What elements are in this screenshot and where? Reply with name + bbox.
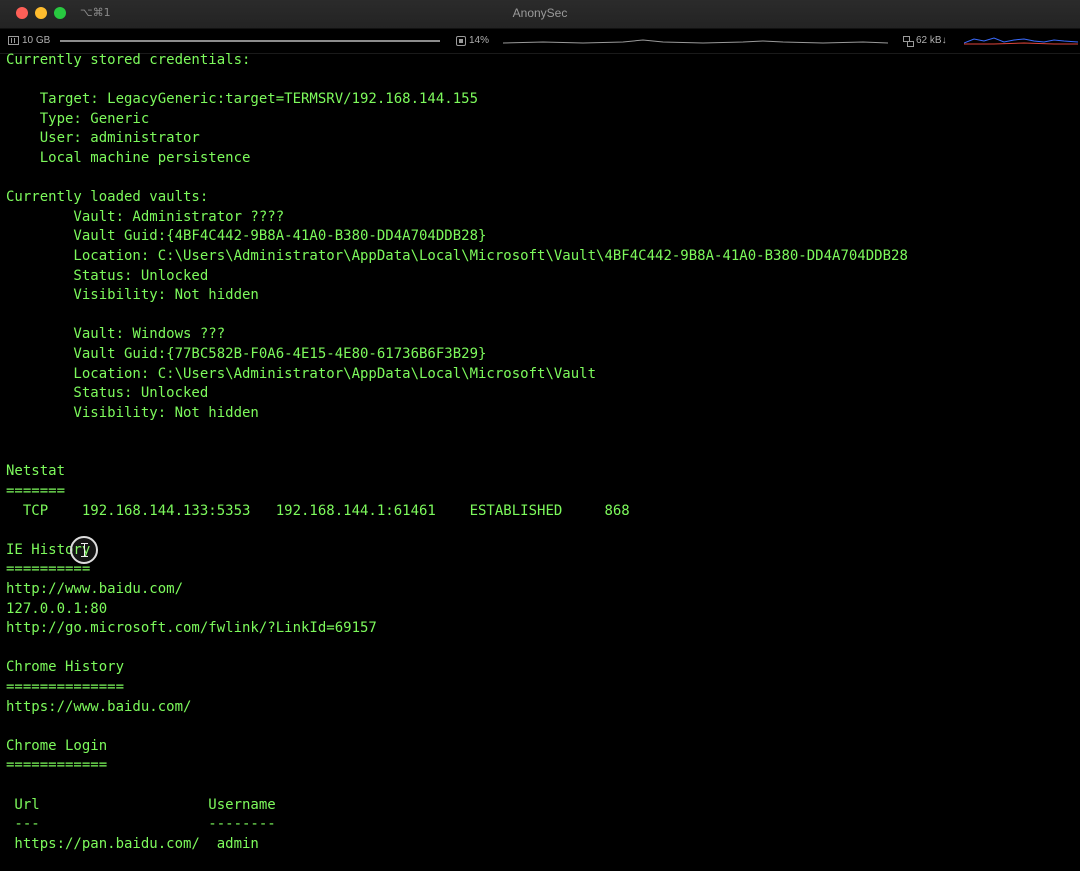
cpu-usage-graph bbox=[503, 39, 888, 44]
terminal-line: Visibility: Not hidden bbox=[6, 404, 259, 421]
terminal-line: Vault Guid:{77BC582B-F0A6-4E15-4E80-6173… bbox=[6, 345, 487, 362]
terminal-line: 127.0.0.1:80 bbox=[6, 600, 108, 617]
terminal-line: IE History bbox=[6, 541, 91, 558]
terminal-line: --- -------- bbox=[6, 816, 276, 833]
mouse-cursor-highlight bbox=[70, 536, 98, 564]
terminal-output[interactable]: Currently stored credentials: Target: Le… bbox=[6, 51, 1080, 854]
terminal-line: ============== bbox=[6, 679, 125, 695]
cpu-status: 14% bbox=[456, 35, 489, 46]
cpu-value: 14% bbox=[469, 35, 490, 46]
terminal-line: ============ bbox=[6, 757, 108, 774]
memory-value: 10 GB bbox=[22, 35, 51, 46]
terminal-window: ⌥⌘1 AnonySec 10 GB 14% 62 kB↓ Currently … bbox=[0, 0, 1080, 871]
terminal-line: User: administrator bbox=[6, 130, 200, 147]
memory-status: 10 GB bbox=[8, 35, 50, 46]
terminal-line: Target: LegacyGeneric:target=TERMSRV/192… bbox=[6, 91, 479, 108]
terminal-line: TCP 192.168.144.133:5353 192.168.144.1:6… bbox=[6, 502, 630, 519]
terminal-line: http://go.microsoft.com/fwlink/?LinkId=6… bbox=[6, 620, 377, 637]
memory-usage-bar bbox=[60, 40, 440, 42]
terminal-line: ========== bbox=[6, 561, 91, 578]
terminal-line: Type: Generic bbox=[6, 110, 150, 127]
network-usage-graph bbox=[964, 37, 1078, 45]
terminal-line: Vault: Administrator ???? bbox=[6, 208, 285, 225]
terminal-line: Location: C:\Users\Administrator\AppData… bbox=[6, 247, 908, 264]
terminal-line: Status: Unlocked bbox=[6, 267, 209, 284]
terminal-line: https://pan.baidu.com/ admin bbox=[6, 835, 259, 852]
terminal-line: Currently stored credentials: bbox=[6, 52, 251, 68]
cpu-icon bbox=[456, 35, 466, 46]
terminal-line: https://www.baidu.com/ bbox=[6, 698, 192, 715]
terminal-line: Netstat bbox=[6, 463, 66, 480]
terminal-line: Vault: Windows ??? bbox=[6, 326, 226, 343]
window-title: AnonySec bbox=[512, 6, 568, 20]
terminal-line: Location: C:\Users\Administrator\AppData… bbox=[6, 365, 597, 382]
terminal-line: Currently loaded vaults: bbox=[6, 189, 209, 206]
terminal-line: Visibility: Not hidden bbox=[6, 287, 259, 304]
terminal-line: Vault Guid:{4BF4C442-9B8A-41A0-B380-DD4A… bbox=[6, 228, 487, 245]
terminal-line: Chrome Login bbox=[6, 737, 108, 754]
terminal-line: Url Username bbox=[6, 796, 276, 813]
memory-icon bbox=[8, 36, 19, 45]
terminal-line: http://www.baidu.com/ bbox=[6, 581, 184, 598]
network-value: 62 kB↓ bbox=[916, 35, 947, 46]
terminal-line: Chrome History bbox=[6, 659, 125, 676]
network-status: 62 kB↓ bbox=[903, 35, 947, 47]
terminal-line: ======= bbox=[6, 483, 66, 500]
terminal-line: Status: Unlocked bbox=[6, 385, 209, 402]
text-cursor-icon bbox=[81, 543, 88, 557]
terminal-line: Local machine persistence bbox=[6, 149, 251, 166]
network-icon bbox=[903, 35, 914, 47]
title-bar[interactable]: ⌥⌘1 AnonySec bbox=[0, 0, 1080, 29]
